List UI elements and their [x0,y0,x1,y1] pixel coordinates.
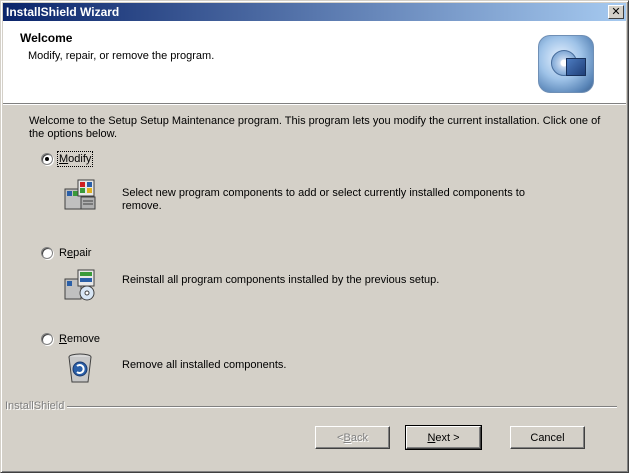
wizard-header: Welcome Modify, repair, or remove the pr… [3,21,626,104]
intro-text: Welcome to the Setup Setup Maintenance p… [29,115,601,140]
radio-repair-indicator[interactable] [41,247,53,259]
repair-description: Reinstall all program components install… [122,274,440,286]
cancel-button[interactable]: Cancel [510,426,585,449]
installshield-setup-icon [538,35,594,93]
radio-repair[interactable]: Repair [41,247,91,259]
close-icon: ✕ [611,5,621,18]
close-button[interactable]: ✕ [608,5,624,19]
remove-recycle-bin-icon [68,353,92,383]
radio-modify[interactable]: Modify [41,151,94,167]
radio-remove-label[interactable]: Remove [59,333,100,345]
next-button[interactable]: Next > [405,425,482,450]
title-bar[interactable]: InstallShield Wizard ✕ [3,3,626,21]
back-button[interactable]: < Back [315,426,390,449]
radio-repair-label[interactable]: Repair [59,247,91,259]
modify-components-icon [64,179,96,210]
radio-remove[interactable]: Remove [41,333,100,345]
installshield-wizard-window: InstallShield Wizard ✕ Welcome Modify, r… [0,0,629,473]
page-subtitle: Modify, repair, or remove the program. [28,50,215,62]
page-title: Welcome [20,31,73,45]
repair-components-icon [64,269,95,301]
modify-description: Select new program components to add or … [122,187,525,212]
radio-modify-indicator[interactable] [41,153,53,165]
window-title: InstallShield Wizard [6,5,120,19]
installshield-branding: InstallShield [5,400,65,412]
radio-modify-label[interactable]: Modify [56,151,94,167]
radio-remove-indicator[interactable] [41,333,53,345]
software-box-shape [566,58,586,76]
remove-description: Remove all installed components. [122,359,287,371]
header-divider [3,104,626,105]
branding-divider-highlight [67,407,617,408]
